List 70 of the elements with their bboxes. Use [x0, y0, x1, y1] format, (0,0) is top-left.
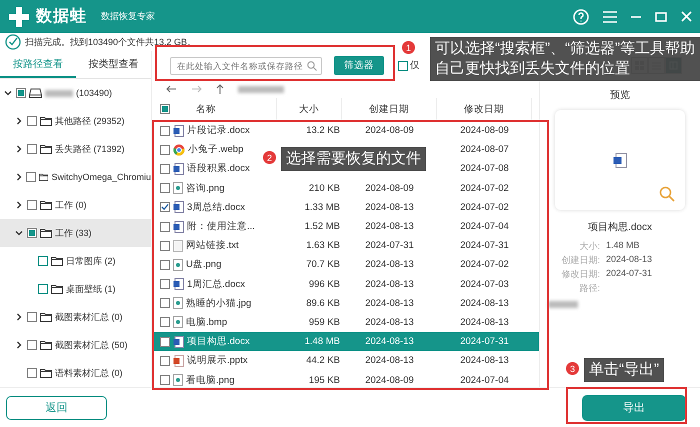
file-size: 44.2 KB — [306, 355, 340, 366]
created-date: 2024-08-13 — [365, 355, 414, 366]
file-name: 电脑.bmp — [186, 316, 228, 329]
modified-date: 2024-07-02 — [460, 202, 509, 213]
modified-date: 2024-08-09 — [460, 125, 509, 136]
modified-date: 2024-08-13 — [460, 298, 509, 309]
file-size: 195 KB — [308, 374, 340, 386]
file-size: 70.7 KB — [306, 259, 340, 270]
preview-file-name: 项目构思.docx — [588, 220, 652, 234]
file-size: 959 KB — [308, 316, 340, 328]
file-name: 网站链接.txt — [186, 239, 239, 252]
file-size: 1.33 MB — [304, 202, 340, 213]
detail-label: 大小: — [578, 240, 600, 253]
modified-date: 2024-07-08 — [460, 163, 509, 174]
file-size: 1.63 KB — [306, 240, 340, 252]
created-date: 2024-08-09 — [365, 374, 414, 386]
file-name: 说明展示.pptx — [187, 354, 248, 368]
file-name: 咨询.png — [186, 182, 224, 195]
app-subtitle: 数据恢复专家 — [101, 10, 155, 23]
file-size: 89.6 KB — [306, 298, 340, 309]
modified-date: 2024-08-13 — [460, 316, 509, 328]
detail-value: 1.48 MB — [606, 240, 641, 252]
modified-date: 2024-07-02 — [460, 259, 509, 270]
step-number: 3 — [566, 362, 579, 375]
created-date: 2024-08-13 — [365, 316, 414, 328]
file-name: U盘.png — [186, 258, 222, 272]
tooltip: 单击“导出” — [584, 358, 664, 382]
modified-date: 2024-08-13 — [460, 355, 509, 366]
detail-value: 2024-08-13 — [606, 254, 654, 266]
created-date: 2024-08-09 — [365, 182, 414, 194]
modified-date: 2024-07-02 — [460, 182, 509, 194]
file-name: 熟睡的小猫.jpg — [186, 296, 252, 310]
created-date: 2024-08-13 — [365, 336, 414, 348]
tooltip: 可以选择“搜索框”、“筛选器”等工具帮助自己更快找到丢失文件的位置 — [430, 37, 700, 81]
file-size: 13.2 KB — [306, 125, 340, 136]
file-size: 996 KB — [308, 278, 340, 290]
created-date: 2024-07-31 — [365, 240, 414, 252]
modified-date: 2024-08-07 — [460, 144, 509, 156]
created-date: 2024-08-13 — [365, 278, 414, 290]
file-size: 1.48 MB — [304, 336, 340, 348]
created-date: 2024-08-13 — [365, 221, 414, 232]
detail-value: 2024-07-31 — [606, 268, 654, 280]
modified-date: 2024-07-03 — [460, 278, 509, 290]
file-name: 附：使用注意... — [187, 220, 255, 234]
detail-label: 修改日期: — [560, 268, 600, 281]
file-name: 小兔子.webp — [188, 143, 244, 156]
created-date: 2024-08-09 — [365, 125, 414, 136]
file-name: 片段记录.docx — [187, 124, 250, 138]
file-name: 项目构思.docx — [187, 335, 250, 348]
step-number: 2 — [263, 151, 276, 164]
checkbox-label: 仅 — [410, 59, 420, 72]
created-date: 2024-08-13 — [365, 259, 414, 270]
file-size: 1.52 MB — [304, 221, 340, 232]
detail-label: 创建日期: — [560, 254, 600, 267]
file-name: 看电脑.png — [186, 374, 234, 387]
step-number: 1 — [402, 41, 415, 54]
app-name: 数据蛙 — [36, 6, 87, 27]
file-name: 语段积累.docx — [187, 162, 250, 176]
tooltip: 选择需要恢复的文件 — [281, 147, 426, 171]
modified-date: 2024-07-04 — [460, 221, 509, 232]
created-date: 2024-08-13 — [365, 298, 414, 309]
modified-date: 2024-07-04 — [460, 374, 509, 386]
modified-date: 2024-07-31 — [460, 336, 509, 348]
file-size: 210 KB — [308, 182, 340, 194]
created-date: 2024-08-13 — [365, 202, 414, 213]
preview-title: 预览 — [610, 89, 630, 102]
file-name: 1周汇总.docx — [187, 278, 245, 291]
detail-label: 路径: — [578, 282, 600, 295]
file-name: 3周总结.docx — [187, 200, 245, 214]
modified-date: 2024-07-31 — [460, 240, 509, 252]
